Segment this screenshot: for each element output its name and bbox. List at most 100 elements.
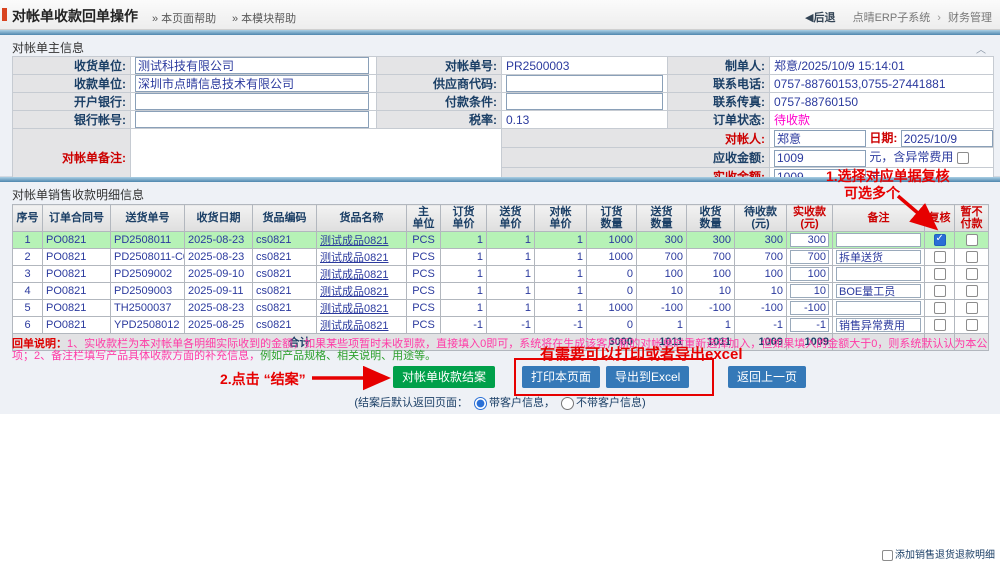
hold-payment-checkbox[interactable]: [966, 251, 978, 263]
col-received-amount: [787, 317, 833, 334]
received-amount-cell-input[interactable]: [790, 233, 829, 247]
review-checkbox[interactable]: [934, 285, 946, 297]
col-item-code: cs0821: [253, 317, 317, 334]
export-excel-button[interactable]: 导出到Excel: [606, 366, 689, 388]
close-statement-button[interactable]: 对帐单收款结案: [393, 366, 495, 388]
help-line2-pink: 项；2、备注栏填写产品具体收款方面的补充信息，: [12, 350, 260, 362]
date-input[interactable]: [901, 130, 993, 147]
col-hold: [955, 300, 989, 317]
title-accent-mark: [2, 8, 7, 21]
review-checkbox[interactable]: [934, 251, 946, 263]
annotation-print-export: 有需要可以打印或者导出excel: [540, 343, 743, 364]
remark-cell-input[interactable]: [836, 267, 921, 281]
col-unit: PCS: [407, 266, 441, 283]
receivable-input[interactable]: [774, 150, 866, 167]
payment-terms-input[interactable]: [506, 93, 663, 110]
detail-panel: 对帐单销售收款明细信息 序号订单合同号送货单号收货日期货品编码货品名称主 单位订…: [0, 182, 1000, 414]
print-page-button[interactable]: 打印本页面: [522, 366, 600, 388]
statement-no-value: PR2500003: [502, 57, 668, 75]
column-header: 收货日期: [185, 205, 253, 232]
add-sales-return-option: 添加销售退货退款明细: [882, 546, 995, 561]
col-seq: 1: [13, 232, 43, 249]
col-item-code: cs0821: [253, 266, 317, 283]
remark-cell-input[interactable]: [836, 318, 921, 332]
with-customer-info-radio[interactable]: [474, 397, 487, 410]
review-checkbox[interactable]: [934, 234, 946, 246]
col-receive-date: 2025-09-11: [185, 283, 253, 300]
received-amount-cell-input[interactable]: [790, 318, 829, 332]
col-hold: [955, 317, 989, 334]
received-amount-cell-input[interactable]: [790, 250, 829, 264]
table-row: 2PO0821PD2508011-C012025-08-23cs0821测试成品…: [13, 249, 989, 266]
label-phone: 联系电话:: [668, 75, 770, 93]
col-order-qty: 0: [587, 317, 637, 334]
abnormal-fee-checkbox[interactable]: [957, 152, 969, 164]
hold-payment-checkbox[interactable]: [966, 268, 978, 280]
received-amount-cell-input[interactable]: [790, 267, 829, 281]
received-amount-cell-input[interactable]: [790, 284, 829, 298]
col-order-contract: PO0821: [43, 283, 111, 300]
column-header: 送货 数量: [637, 205, 687, 232]
col-seq: 2: [13, 249, 43, 266]
col-item-name[interactable]: 测试成品0821: [317, 232, 407, 249]
col-remark: [833, 317, 925, 334]
annotation-click-close: 2.点击 “结案”: [220, 369, 306, 389]
remark-cell-input[interactable]: [836, 233, 921, 247]
reconciler-input[interactable]: [774, 130, 866, 147]
back-link[interactable]: ◀后退: [805, 12, 835, 24]
hold-payment-checkbox[interactable]: [966, 319, 978, 331]
label-order-status: 订单状态:: [668, 111, 770, 129]
hold-payment-checkbox[interactable]: [966, 234, 978, 246]
col-statement-price: 1: [535, 283, 587, 300]
remark-cell-input[interactable]: [836, 284, 921, 298]
col-item-name[interactable]: 测试成品0821: [317, 266, 407, 283]
table-row: 6PO0821YPD25080122025-08-25cs0821测试成品082…: [13, 317, 989, 334]
hold-payment-checkbox[interactable]: [966, 285, 978, 297]
column-header: 待收款 (元): [735, 205, 787, 232]
bank-input[interactable]: [135, 93, 369, 110]
col-delivery-no: PD2509002: [111, 266, 185, 283]
col-item-code: cs0821: [253, 232, 317, 249]
col-item-name[interactable]: 测试成品0821: [317, 283, 407, 300]
bank-account-input[interactable]: [135, 111, 369, 128]
col-item-code: cs0821: [253, 283, 317, 300]
col-order-price: 1: [441, 232, 487, 249]
col-item-code: cs0821: [253, 249, 317, 266]
table-row: 3PO0821PD25090022025-09-10cs0821测试成品0821…: [13, 266, 989, 283]
with-customer-info-label: 带客户信息，: [489, 397, 555, 409]
module-help-link[interactable]: » 本模块帮助: [232, 10, 296, 26]
breadcrumb-module[interactable]: 财务管理: [948, 12, 992, 24]
col-item-name[interactable]: 测试成品0821: [317, 317, 407, 334]
review-checkbox[interactable]: [934, 302, 946, 314]
without-customer-info-radio[interactable]: [561, 397, 574, 410]
collapse-icon[interactable]: ︿: [976, 41, 986, 56]
page-help-link[interactable]: » 本页面帮助: [152, 10, 216, 26]
label-tax-rate: 税率:: [377, 111, 502, 129]
remark-cell-input[interactable]: [836, 250, 921, 264]
col-seq: 3: [13, 266, 43, 283]
col-order-price: 1: [441, 283, 487, 300]
col-statement-price: 1: [535, 249, 587, 266]
col-delivery-price: 1: [487, 232, 535, 249]
remark-cell-input[interactable]: [836, 301, 921, 315]
return-previous-button[interactable]: 返回上一页: [728, 366, 806, 388]
supplier-code-input[interactable]: [506, 75, 663, 92]
breadcrumb-system[interactable]: 点晴ERP子系统: [853, 12, 931, 24]
review-checkbox[interactable]: [934, 319, 946, 331]
col-item-name[interactable]: 测试成品0821: [317, 300, 407, 317]
payee-input[interactable]: [135, 75, 369, 92]
hold-payment-checkbox[interactable]: [966, 302, 978, 314]
col-pending-amount: 700: [735, 249, 787, 266]
column-header: 送货 单价: [487, 205, 535, 232]
detail-title: 对帐单销售收款明细信息: [12, 186, 144, 203]
add-sales-return-checkbox[interactable]: [882, 550, 893, 561]
receiver-input[interactable]: [135, 57, 369, 74]
review-checkbox[interactable]: [934, 268, 946, 280]
col-statement-price: 1: [535, 300, 587, 317]
received-amount-cell-input[interactable]: [790, 301, 829, 315]
col-hold: [955, 249, 989, 266]
col-order-contract: PO0821: [43, 317, 111, 334]
detail-table: 序号订单合同号送货单号收货日期货品编码货品名称主 单位订货 单价送货 单价对帐 …: [12, 204, 989, 351]
col-delivery-price: 1: [487, 266, 535, 283]
col-item-name[interactable]: 测试成品0821: [317, 249, 407, 266]
